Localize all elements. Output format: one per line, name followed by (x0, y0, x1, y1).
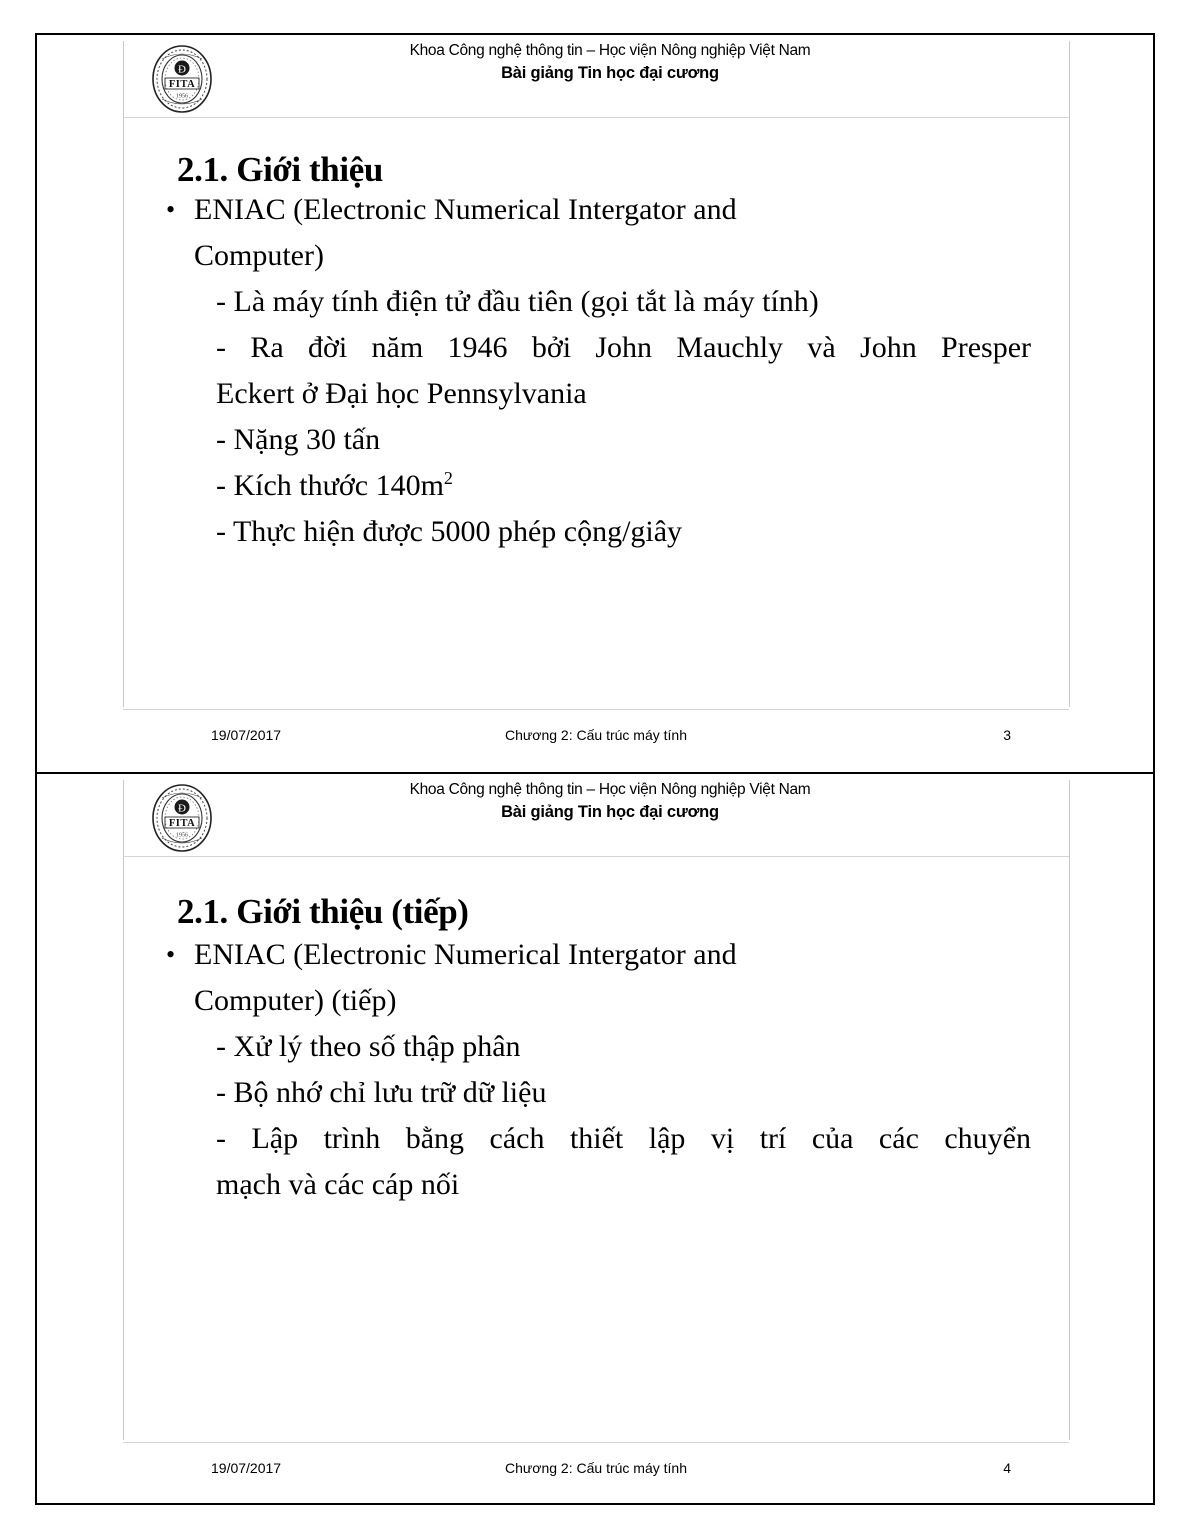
header-divider (123, 117, 1069, 118)
printed-page-frame: Đ FITA 1956 Khoa Công nghệ thông tin – H… (35, 33, 1155, 1505)
bullet-marker-icon: • (166, 940, 176, 969)
sub-item-5: - Thực hiện được 5000 phép cộng/giây (216, 515, 683, 548)
main-bullet-line-2: Computer) (tiếp) (194, 984, 397, 1017)
slide-body: • ENIAC (Electronic Numerical Intergator… (162, 932, 1031, 1208)
slide-frame-rail-right (1069, 41, 1070, 707)
slide-2: Đ FITA 1956 Khoa Công nghệ thông tin – H… (37, 772, 1153, 1505)
sub-item-2: - Bộ nhớ chỉ lưu trữ dữ liệu (216, 1076, 547, 1109)
header-faculty-line: Khoa Công nghệ thông tin – Học viện Nông… (409, 42, 811, 59)
slide-footer: 19/07/2017 Chương 2: Cấu trúc máy tính 4 (123, 1442, 1069, 1495)
slide-footer: 19/07/2017 Chương 2: Cấu trúc máy tính 3 (123, 709, 1069, 762)
footer-page-number: 3 (1003, 727, 1011, 743)
slide-header: Đ FITA 1956 Khoa Công nghệ thông tin – H… (123, 780, 1069, 856)
slide-frame-rail-right (1069, 780, 1070, 1440)
sub-item-2-line-1: - Ra đời năm 1946 bởi John Mauchly và Jo… (216, 331, 1031, 364)
main-bullet-line-1: ENIAC (Electronic Numerical Intergator a… (194, 938, 737, 971)
fita-logo: Đ FITA 1956 (123, 780, 241, 854)
square-superscript: 2 (443, 468, 453, 488)
svg-text:FITA: FITA (169, 818, 195, 829)
main-bullet-text: ENIAC (Electronic Numerical Intergator a… (194, 187, 1031, 279)
sub-item-4: - Kích thước 140m2 (162, 463, 1031, 509)
main-bullet: • ENIAC (Electronic Numerical Intergator… (162, 187, 1031, 279)
page-title: 2.1. Giới thiệu (tiếp) (177, 892, 469, 932)
footer-chapter: Chương 2: Cấu trúc máy tính (505, 727, 687, 743)
svg-text:Đ: Đ (178, 803, 186, 815)
sub-item-3: - Nặng 30 tấn (216, 423, 381, 456)
slide-frame-rail-left (123, 780, 124, 1440)
footer-chapter: Chương 2: Cấu trúc máy tính (505, 1460, 687, 1476)
footer-page-number: 4 (1003, 1460, 1011, 1476)
main-bullet-line-1: ENIAC (Electronic Numerical Intergator a… (194, 193, 737, 226)
sub-item-4-text: - Kích thước 140m (216, 469, 444, 502)
sub-item-1: - Là máy tính điện tử đầu tiên (gọi tắt … (216, 285, 819, 318)
sub-item-3-line-2: mạch và các cáp nối (216, 1168, 460, 1201)
slide-1: Đ FITA 1956 Khoa Công nghệ thông tin – H… (37, 35, 1153, 772)
header-course-line: Bài giảng Tin học đại cương (501, 64, 719, 83)
page-title: 2.1. Giới thiệu (177, 150, 383, 190)
fita-logo: Đ FITA 1956 (123, 41, 241, 115)
sub-item-3-line-1: - Lập trình bằng cách thiết lập vị trí c… (216, 1122, 1031, 1155)
university-seal-icon: Đ FITA 1956 (152, 45, 212, 113)
svg-text:FITA: FITA (169, 79, 195, 90)
sub-item-2-line-2: Eckert ở Đại học Pennsylvania (216, 377, 587, 410)
slide-body: • ENIAC (Electronic Numerical Intergator… (162, 187, 1031, 555)
slide-header: Đ FITA 1956 Khoa Công nghệ thông tin – H… (123, 41, 1069, 117)
main-bullet-text: ENIAC (Electronic Numerical Intergator a… (194, 932, 1031, 1024)
header-divider (123, 856, 1069, 857)
sub-item-3: - Lập trình bằng cách thiết lập vị trí c… (162, 1116, 1031, 1208)
header-course-line: Bài giảng Tin học đại cương (501, 803, 719, 822)
header-institution-block: Khoa Công nghệ thông tin – Học viện Nông… (241, 41, 1069, 85)
header-faculty-line: Khoa Công nghệ thông tin – Học viện Nông… (409, 781, 811, 798)
svg-text:1956: 1956 (176, 833, 188, 839)
svg-text:1956: 1956 (176, 94, 188, 100)
bullet-marker-icon: • (166, 195, 176, 224)
slide-frame-rail-left (123, 41, 124, 707)
university-seal-icon: Đ FITA 1956 (152, 784, 212, 852)
sub-item-2: - Ra đời năm 1946 bởi John Mauchly và Jo… (162, 325, 1031, 417)
sub-item-1: - Xử lý theo số thập phân (216, 1030, 521, 1063)
svg-text:Đ: Đ (178, 64, 186, 76)
main-bullet-line-2: Computer) (194, 239, 324, 272)
header-institution-block: Khoa Công nghệ thông tin – Học viện Nông… (241, 780, 1069, 824)
main-bullet: • ENIAC (Electronic Numerical Intergator… (162, 932, 1031, 1024)
